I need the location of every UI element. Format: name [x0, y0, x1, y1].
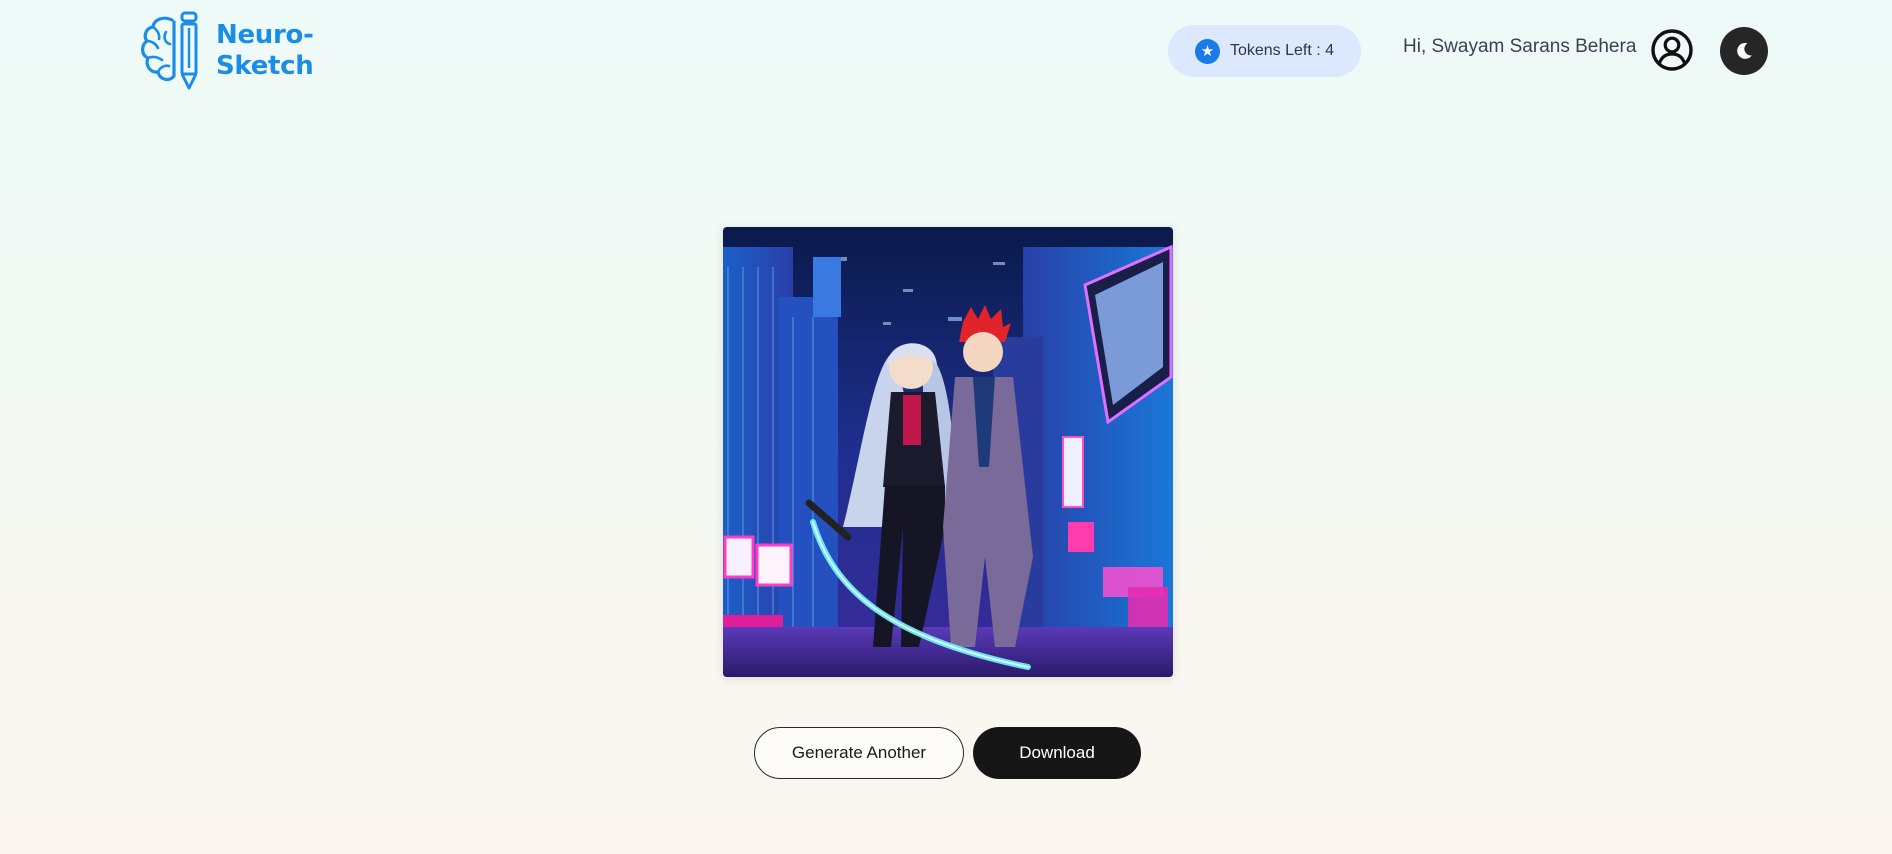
download-button[interactable]: Download — [973, 727, 1141, 779]
user-greeting: Hi, Swayam Sarans Behera — [1403, 36, 1637, 57]
top-header: Neuro- Sketch ★ Tokens Left : 4 Hi, Sway… — [0, 0, 1892, 100]
brand-logo[interactable]: Neuro- Sketch — [138, 10, 314, 92]
moon-icon — [1737, 42, 1752, 59]
generated-image — [723, 227, 1173, 677]
brand-name: Neuro- Sketch — [216, 20, 314, 82]
generate-another-button[interactable]: Generate Another — [754, 727, 964, 779]
brand-name-line2: Sketch — [216, 51, 314, 81]
theme-toggle-button[interactable] — [1720, 27, 1768, 75]
tokens-left-badge: ★ Tokens Left : 4 — [1168, 25, 1361, 77]
star-icon: ★ — [1194, 38, 1220, 64]
tokens-left-label: Tokens Left : 4 — [1229, 42, 1335, 59]
brand-name-line1: Neuro- — [216, 20, 314, 50]
user-circle-icon[interactable] — [1651, 29, 1693, 71]
brain-pencil-logo-icon — [141, 11, 198, 90]
